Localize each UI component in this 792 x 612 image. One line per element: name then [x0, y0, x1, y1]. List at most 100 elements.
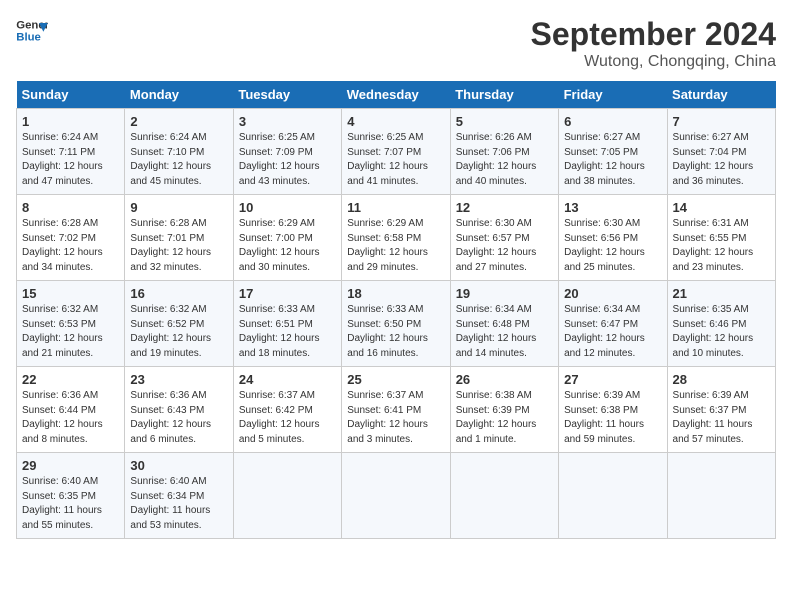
calendar-cell: 29 Sunrise: 6:40 AMSunset: 6:35 PMDaylig… [17, 453, 125, 539]
calendar-cell: 13 Sunrise: 6:30 AMSunset: 6:56 PMDaylig… [559, 195, 667, 281]
day-number: 1 [22, 114, 119, 129]
calendar-header-row: SundayMondayTuesdayWednesdayThursdayFrid… [17, 81, 776, 109]
cell-info: Sunrise: 6:25 AMSunset: 7:07 PMDaylight:… [347, 132, 428, 187]
cell-info: Sunrise: 6:36 AMSunset: 6:44 PMDaylight:… [22, 390, 103, 445]
cell-info: Sunrise: 6:37 AMSunset: 6:41 PMDaylight:… [347, 390, 428, 445]
calendar-cell: 4 Sunrise: 6:25 AMSunset: 7:07 PMDayligh… [342, 109, 450, 195]
column-header-tuesday: Tuesday [233, 81, 341, 109]
location: Wutong, Chongqing, China [531, 53, 776, 71]
day-number: 28 [673, 372, 770, 387]
cell-info: Sunrise: 6:28 AMSunset: 7:01 PMDaylight:… [130, 218, 211, 273]
day-number: 19 [456, 286, 553, 301]
cell-info: Sunrise: 6:40 AMSunset: 6:34 PMDaylight:… [130, 476, 210, 531]
cell-info: Sunrise: 6:27 AMSunset: 7:04 PMDaylight:… [673, 132, 754, 187]
day-number: 15 [22, 286, 119, 301]
calendar-cell [450, 453, 558, 539]
calendar-cell: 3 Sunrise: 6:25 AMSunset: 7:09 PMDayligh… [233, 109, 341, 195]
calendar-cell: 8 Sunrise: 6:28 AMSunset: 7:02 PMDayligh… [17, 195, 125, 281]
cell-info: Sunrise: 6:39 AMSunset: 6:37 PMDaylight:… [673, 390, 753, 445]
day-number: 18 [347, 286, 444, 301]
day-number: 17 [239, 286, 336, 301]
calendar-table: SundayMondayTuesdayWednesdayThursdayFrid… [16, 81, 776, 539]
cell-info: Sunrise: 6:37 AMSunset: 6:42 PMDaylight:… [239, 390, 320, 445]
day-number: 29 [22, 458, 119, 473]
day-number: 20 [564, 286, 661, 301]
day-number: 7 [673, 114, 770, 129]
day-number: 16 [130, 286, 227, 301]
column-header-wednesday: Wednesday [342, 81, 450, 109]
calendar-cell: 10 Sunrise: 6:29 AMSunset: 7:00 PMDaylig… [233, 195, 341, 281]
cell-info: Sunrise: 6:24 AMSunset: 7:10 PMDaylight:… [130, 132, 211, 187]
day-number: 12 [456, 200, 553, 215]
day-number: 3 [239, 114, 336, 129]
cell-info: Sunrise: 6:38 AMSunset: 6:39 PMDaylight:… [456, 390, 537, 445]
logo: General Blue [16, 16, 48, 44]
column-header-sunday: Sunday [17, 81, 125, 109]
calendar-cell: 9 Sunrise: 6:28 AMSunset: 7:01 PMDayligh… [125, 195, 233, 281]
calendar-cell [233, 453, 341, 539]
cell-info: Sunrise: 6:30 AMSunset: 6:57 PMDaylight:… [456, 218, 537, 273]
calendar-cell: 20 Sunrise: 6:34 AMSunset: 6:47 PMDaylig… [559, 281, 667, 367]
cell-info: Sunrise: 6:29 AMSunset: 7:00 PMDaylight:… [239, 218, 320, 273]
svg-text:Blue: Blue [16, 32, 41, 44]
day-number: 11 [347, 200, 444, 215]
calendar-cell: 17 Sunrise: 6:33 AMSunset: 6:51 PMDaylig… [233, 281, 341, 367]
calendar-cell: 11 Sunrise: 6:29 AMSunset: 6:58 PMDaylig… [342, 195, 450, 281]
day-number: 10 [239, 200, 336, 215]
day-number: 23 [130, 372, 227, 387]
day-number: 24 [239, 372, 336, 387]
title-block: September 2024 Wutong, Chongqing, China [531, 16, 776, 71]
calendar-cell: 26 Sunrise: 6:38 AMSunset: 6:39 PMDaylig… [450, 367, 558, 453]
cell-info: Sunrise: 6:36 AMSunset: 6:43 PMDaylight:… [130, 390, 211, 445]
day-number: 4 [347, 114, 444, 129]
calendar-cell: 16 Sunrise: 6:32 AMSunset: 6:52 PMDaylig… [125, 281, 233, 367]
column-header-thursday: Thursday [450, 81, 558, 109]
cell-info: Sunrise: 6:32 AMSunset: 6:53 PMDaylight:… [22, 304, 103, 359]
cell-info: Sunrise: 6:33 AMSunset: 6:51 PMDaylight:… [239, 304, 320, 359]
calendar-cell: 23 Sunrise: 6:36 AMSunset: 6:43 PMDaylig… [125, 367, 233, 453]
cell-info: Sunrise: 6:35 AMSunset: 6:46 PMDaylight:… [673, 304, 754, 359]
logo-icon: General Blue [16, 16, 48, 44]
calendar-week-4: 22 Sunrise: 6:36 AMSunset: 6:44 PMDaylig… [17, 367, 776, 453]
calendar-week-2: 8 Sunrise: 6:28 AMSunset: 7:02 PMDayligh… [17, 195, 776, 281]
day-number: 8 [22, 200, 119, 215]
day-number: 9 [130, 200, 227, 215]
cell-info: Sunrise: 6:27 AMSunset: 7:05 PMDaylight:… [564, 132, 645, 187]
cell-info: Sunrise: 6:33 AMSunset: 6:50 PMDaylight:… [347, 304, 428, 359]
day-number: 21 [673, 286, 770, 301]
day-number: 6 [564, 114, 661, 129]
day-number: 30 [130, 458, 227, 473]
calendar-cell [559, 453, 667, 539]
cell-info: Sunrise: 6:31 AMSunset: 6:55 PMDaylight:… [673, 218, 754, 273]
day-number: 2 [130, 114, 227, 129]
calendar-cell: 19 Sunrise: 6:34 AMSunset: 6:48 PMDaylig… [450, 281, 558, 367]
calendar-cell: 22 Sunrise: 6:36 AMSunset: 6:44 PMDaylig… [17, 367, 125, 453]
calendar-cell: 25 Sunrise: 6:37 AMSunset: 6:41 PMDaylig… [342, 367, 450, 453]
day-number: 13 [564, 200, 661, 215]
day-number: 14 [673, 200, 770, 215]
cell-info: Sunrise: 6:29 AMSunset: 6:58 PMDaylight:… [347, 218, 428, 273]
calendar-cell [342, 453, 450, 539]
calendar-cell: 18 Sunrise: 6:33 AMSunset: 6:50 PMDaylig… [342, 281, 450, 367]
calendar-cell: 2 Sunrise: 6:24 AMSunset: 7:10 PMDayligh… [125, 109, 233, 195]
calendar-cell: 14 Sunrise: 6:31 AMSunset: 6:55 PMDaylig… [667, 195, 775, 281]
cell-info: Sunrise: 6:34 AMSunset: 6:47 PMDaylight:… [564, 304, 645, 359]
column-header-monday: Monday [125, 81, 233, 109]
calendar-cell: 1 Sunrise: 6:24 AMSunset: 7:11 PMDayligh… [17, 109, 125, 195]
cell-info: Sunrise: 6:30 AMSunset: 6:56 PMDaylight:… [564, 218, 645, 273]
calendar-cell: 15 Sunrise: 6:32 AMSunset: 6:53 PMDaylig… [17, 281, 125, 367]
calendar-cell: 21 Sunrise: 6:35 AMSunset: 6:46 PMDaylig… [667, 281, 775, 367]
calendar-week-3: 15 Sunrise: 6:32 AMSunset: 6:53 PMDaylig… [17, 281, 776, 367]
calendar-cell: 30 Sunrise: 6:40 AMSunset: 6:34 PMDaylig… [125, 453, 233, 539]
page-header: General Blue September 2024 Wutong, Chon… [16, 16, 776, 71]
day-number: 5 [456, 114, 553, 129]
day-number: 26 [456, 372, 553, 387]
day-number: 25 [347, 372, 444, 387]
cell-info: Sunrise: 6:25 AMSunset: 7:09 PMDaylight:… [239, 132, 320, 187]
cell-info: Sunrise: 6:26 AMSunset: 7:06 PMDaylight:… [456, 132, 537, 187]
calendar-cell: 7 Sunrise: 6:27 AMSunset: 7:04 PMDayligh… [667, 109, 775, 195]
cell-info: Sunrise: 6:24 AMSunset: 7:11 PMDaylight:… [22, 132, 103, 187]
day-number: 22 [22, 372, 119, 387]
calendar-cell: 24 Sunrise: 6:37 AMSunset: 6:42 PMDaylig… [233, 367, 341, 453]
column-header-saturday: Saturday [667, 81, 775, 109]
